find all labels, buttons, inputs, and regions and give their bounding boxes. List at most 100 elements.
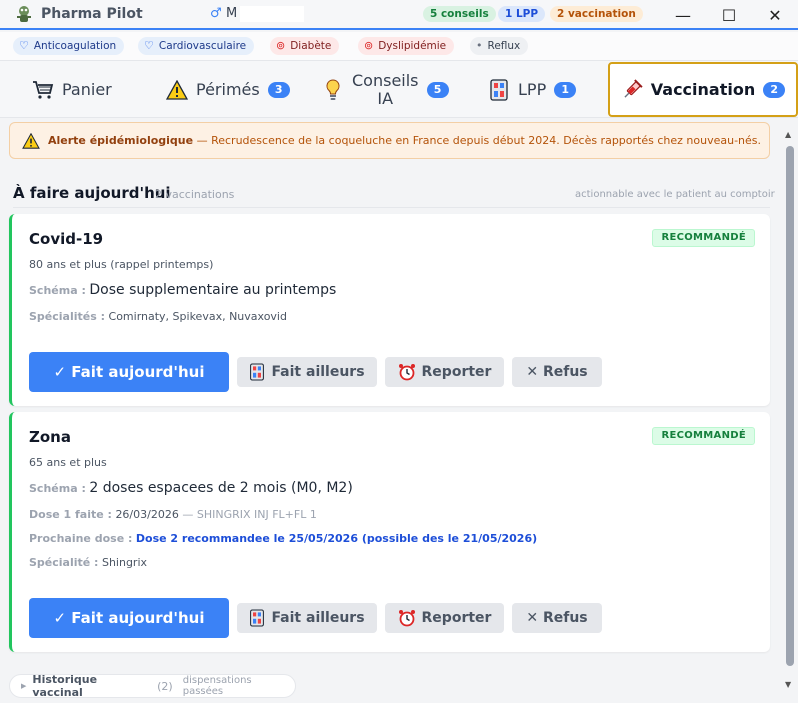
scroll-down-arrow[interactable]: ▼ (785, 680, 791, 689)
epidemiology-alert: Alerte épidémiologique — Recrudescence d… (9, 122, 770, 159)
postpone-button[interactable]: Reporter (385, 357, 504, 387)
condition-tag-reflux[interactable]: • Reflux (470, 37, 529, 55)
refuse-button[interactable]: ✕ Refus (512, 603, 602, 633)
postpone-button[interactable]: Reporter (385, 603, 504, 633)
heart-icon: ♡ (144, 39, 154, 52)
specialites-value: Shingrix (101, 556, 148, 569)
done-today-button[interactable]: ✓ Fait aujourd'hui (29, 598, 229, 638)
specialites-row: Spécialité : Shingrix (29, 556, 147, 569)
tab-label: Périmés (196, 80, 260, 99)
button-label: Reporter (421, 610, 492, 626)
maximize-button[interactable]: ☐ (706, 0, 752, 30)
tab-conseils-ia[interactable]: Conseils IA 5 (322, 61, 449, 118)
condition-tag-diabete[interactable]: ⊚ Diabète (270, 37, 340, 55)
expand-triangle-icon: ▶ (21, 682, 27, 690)
condition-label: Reflux (487, 40, 521, 52)
warning-icon (22, 132, 40, 149)
button-label: Fait ailleurs (271, 610, 365, 626)
target-icon: ⊚ (364, 39, 374, 52)
button-label: Fait ailleurs (271, 364, 365, 380)
device-icon (250, 363, 265, 381)
specialites-row: Spécialités : Comirnaty, Spikevax, Nuvax… (29, 310, 287, 323)
dose1-date: 26/03/2026 (115, 508, 179, 521)
badge-conseils[interactable]: 5 conseils (423, 6, 496, 22)
schema-value: 2 doses espacees de 2 mois (M0, M2) (89, 480, 353, 496)
tab-count-badge: 2 (763, 81, 786, 98)
tab-count-badge: 5 (426, 81, 449, 98)
heart-icon: ♡ (19, 39, 29, 52)
tab-count-badge: 1 (554, 81, 577, 98)
condition-tag-anticoagulation[interactable]: ♡ Anticoagulation (13, 37, 125, 55)
device-icon (488, 78, 510, 101)
schema-label: Schéma : (29, 482, 86, 495)
tab-label: Vaccination (650, 80, 756, 99)
section-note: actionnable avec le patient au comptoir (575, 189, 775, 200)
tab-label: Conseils IA (352, 70, 419, 108)
vaccination-card-covid19: Covid-19 RECOMMANDÉ 80 ans et plus (rapp… (9, 214, 770, 406)
title-bar: Pharma Pilot ♂ M 5 conseils 1 LPP 2 vacc… (0, 0, 798, 30)
vaccine-name: Covid-19 (29, 230, 104, 248)
condition-label: Dyslipidémie (378, 40, 447, 52)
cart-icon (32, 79, 54, 101)
badge-lpp[interactable]: 1 LPP (498, 6, 546, 22)
scroll-up-arrow[interactable]: ▲ (785, 130, 791, 139)
tab-label: Panier (62, 80, 112, 99)
done-elsewhere-button[interactable]: Fait ailleurs (237, 603, 377, 633)
history-count: (2) (157, 679, 173, 693)
warning-icon (166, 79, 188, 101)
tab-perimes[interactable]: Périmés 3 (166, 61, 290, 118)
dose1-label: Dose 1 faite : (29, 508, 112, 521)
app-logo-icon (17, 6, 31, 22)
minimize-button[interactable]: — (660, 0, 706, 30)
alert-title: Alerte épidémiologique (48, 134, 194, 147)
close-button[interactable]: ✕ (752, 0, 798, 30)
badge-vaccination[interactable]: 2 vaccination (550, 6, 643, 22)
schema-label: Schéma : (29, 284, 86, 297)
alarm-clock-icon (398, 364, 415, 381)
population-text: 80 ans et plus (rappel printemps) (29, 258, 214, 271)
tab-count-badge: 3 (267, 81, 290, 98)
alarm-clock-icon (398, 610, 415, 627)
syringe-icon (621, 78, 643, 101)
vaccine-name: Zona (29, 428, 71, 446)
refuse-button[interactable]: ✕ Refus (512, 357, 602, 387)
dot-icon: • (476, 39, 483, 52)
tab-label: LPP (518, 80, 547, 99)
device-icon (250, 609, 265, 627)
condition-tag-cardiovasculaire[interactable]: ♡ Cardiovasculaire (138, 37, 255, 55)
divider (13, 207, 770, 208)
vaccination-history-toggle[interactable]: ▶ Historique vaccinal (2) dispensations … (9, 673, 296, 699)
condition-label: Anticoagulation (33, 40, 117, 52)
app-title: Pharma Pilot (41, 6, 143, 22)
schema-value: Dose supplementaire au printemps (89, 282, 337, 298)
button-label: Reporter (421, 364, 492, 380)
history-title: Historique vaccinal (32, 673, 98, 699)
scrollbar-thumb[interactable] (786, 146, 794, 666)
done-today-button[interactable]: ✓ Fait aujourd'hui (29, 352, 229, 392)
dose1-row: Dose 1 faite : 26/03/2026 — SHINGRIX INJ… (29, 508, 317, 521)
section-count: 2 vaccinations (155, 188, 235, 201)
status-badge: RECOMMANDÉ (652, 427, 755, 445)
patient-name: M (226, 6, 238, 21)
section-title: À faire aujourd'hui (13, 184, 171, 202)
history-subtitle: dispensations passées (182, 675, 252, 697)
alert-message: — Recrudescence de la coqueluche en Fran… (196, 134, 762, 147)
tab-bar: Panier Périmés 3 Conseils IA 5 LPP 1 Vac… (0, 60, 798, 118)
lightbulb-icon (322, 78, 344, 101)
patient-name-redaction (240, 6, 304, 22)
alert-text: Alerte épidémiologique — Recrudescence d… (48, 134, 761, 147)
target-icon: ⊚ (276, 39, 286, 52)
vaccination-card-zona: Zona RECOMMANDÉ 65 ans et plus Schéma : … (9, 412, 770, 652)
condition-tag-dyslipidemie[interactable]: ⊚ Dyslipidémie (358, 37, 455, 55)
next-dose-value: Dose 2 recommandee le 25/05/2026 (possib… (135, 532, 538, 545)
condition-label: Diabète (290, 40, 332, 52)
tab-vaccination[interactable]: Vaccination 2 (608, 62, 798, 117)
condition-label: Cardiovasculaire (158, 40, 247, 52)
done-elsewhere-button[interactable]: Fait ailleurs (237, 357, 377, 387)
dose1-product: — SHINGRIX INJ FL+FL 1 (182, 508, 317, 521)
next-dose-row: Prochaine dose : Dose 2 recommandee le 2… (29, 532, 537, 545)
specialites-label: Spécialité : (29, 556, 99, 569)
next-dose-label: Prochaine dose : (29, 532, 133, 545)
tab-lpp[interactable]: LPP 1 (488, 61, 577, 118)
tab-panier[interactable]: Panier (32, 61, 112, 118)
